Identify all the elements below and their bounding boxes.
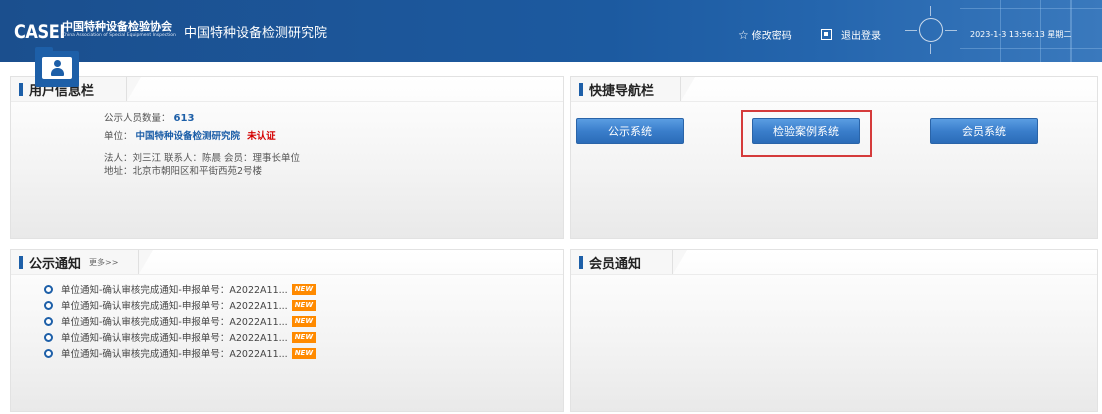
unit-line: 单位： 中国特种设备检测研究院 未认证 (104, 128, 276, 142)
panel-divider (571, 101, 1097, 102)
panel-tab: 快捷导航栏 (571, 77, 681, 101)
highlight-frame (741, 110, 872, 157)
new-badge: NEW (291, 347, 317, 359)
public-system-button[interactable]: 公示系统 (576, 118, 684, 144)
legal-contact-line: 法人：刘三江 联系人：陈晨 会员：理事长单位 (104, 153, 301, 164)
panel-tab-tail (681, 77, 695, 101)
quick-nav-title: 快捷导航栏 (589, 83, 655, 99)
more-link[interactable]: 更多>> (89, 257, 118, 268)
panel-tab-tail (127, 77, 141, 101)
unit-status: 未认证 (247, 131, 276, 142)
notice-item[interactable]: 单位通知-确认审核完成通知-申报单号：A2022A11... NEW (44, 314, 317, 328)
panel-tab: 会员通知 (571, 250, 673, 274)
notice-text: 单位通知-确认审核完成通知-申报单号：A2022A11... (61, 301, 288, 312)
new-badge: NEW (291, 331, 317, 343)
notice-item[interactable]: 单位通知-确认审核完成通知-申报单号：A2022A11... NEW (44, 282, 317, 296)
panel-title-bar (579, 82, 583, 96)
notice-text: 单位通知-确认审核完成通知-申报单号：A2022A11... (61, 285, 288, 296)
logout-link[interactable]: 退出登录 (821, 27, 881, 42)
panel-divider (11, 274, 563, 275)
site-title: 中国特种设备检测研究院 (184, 26, 328, 41)
logout-label: 退出登录 (841, 31, 881, 42)
unit-name: 中国特种设备检测研究院 (135, 131, 241, 142)
panel-divider (571, 274, 1097, 275)
notice-text: 单位通知-确认审核完成通知-申报单号：A2022A11... (61, 349, 288, 360)
notice-text: 单位通知-确认审核完成通知-申报单号：A2022A11... (61, 317, 288, 328)
user-folder-icon (35, 47, 79, 87)
public-count-label: 公示人员数量： (104, 113, 171, 124)
panel-tab-tail (139, 250, 153, 274)
unit-label: 单位： (104, 131, 133, 142)
decor-line (960, 48, 1102, 49)
notice-item[interactable]: 单位通知-确认审核完成通知-申报单号：A2022A11... NEW (44, 346, 317, 360)
bullet-circle-icon (44, 300, 53, 310)
new-badge: NEW (291, 315, 317, 327)
public-notice-title: 公示通知 (29, 256, 82, 272)
top-header: CASEI 中国特种设备检验协会 China Association of Sp… (0, 0, 1102, 62)
bullet-circle-icon (44, 348, 53, 358)
member-notice-panel: 会员通知 (570, 249, 1098, 412)
panel-title-bar (19, 255, 23, 269)
address-line: 地址：北京市朝阳区和平街西苑2号楼 (104, 166, 263, 177)
casei-logo: CASEI (14, 21, 65, 43)
notice-item[interactable]: 单位通知-确认审核完成通知-申报单号：A2022A11... NEW (44, 298, 317, 312)
panel-divider (11, 101, 563, 102)
public-count-line: 公示人员数量： 613 (104, 110, 194, 124)
star-icon: ☆ (738, 27, 749, 42)
bullet-circle-icon (44, 316, 53, 326)
new-badge: NEW (291, 299, 317, 311)
bullet-circle-icon (44, 284, 53, 294)
member-system-button[interactable]: 会员系统 (930, 118, 1038, 144)
change-password-link[interactable]: ☆ 修改密码 (738, 27, 792, 43)
panel-title-bar (579, 255, 583, 269)
association-name-cn: 中国特种设备检验协会 (62, 20, 172, 33)
association-name: 中国特种设备检验协会 China Association of Special … (62, 20, 176, 39)
decor-line (960, 8, 1102, 9)
panel-tab-tail (673, 250, 687, 274)
bullet-circle-icon (44, 332, 53, 342)
notice-text: 单位通知-确认审核完成通知-申报单号：A2022A11... (61, 333, 288, 344)
member-notice-title: 会员通知 (589, 256, 642, 272)
change-password-label: 修改密码 (751, 31, 792, 42)
current-datetime: 2023-1-3 13:56:13 星期二 (970, 30, 1072, 39)
panel-tab: 公示通知 更多>> (11, 250, 139, 274)
new-badge: NEW (291, 283, 317, 295)
association-name-en: China Association of Special Equipment I… (62, 33, 176, 38)
quick-nav-panel: 快捷导航栏 (570, 76, 1098, 239)
public-count-value: 613 (173, 113, 195, 124)
notice-item[interactable]: 单位通知-确认审核完成通知-申报单号：A2022A11... NEW (44, 330, 317, 344)
logout-icon (821, 29, 832, 40)
panel-title-bar (19, 82, 23, 96)
